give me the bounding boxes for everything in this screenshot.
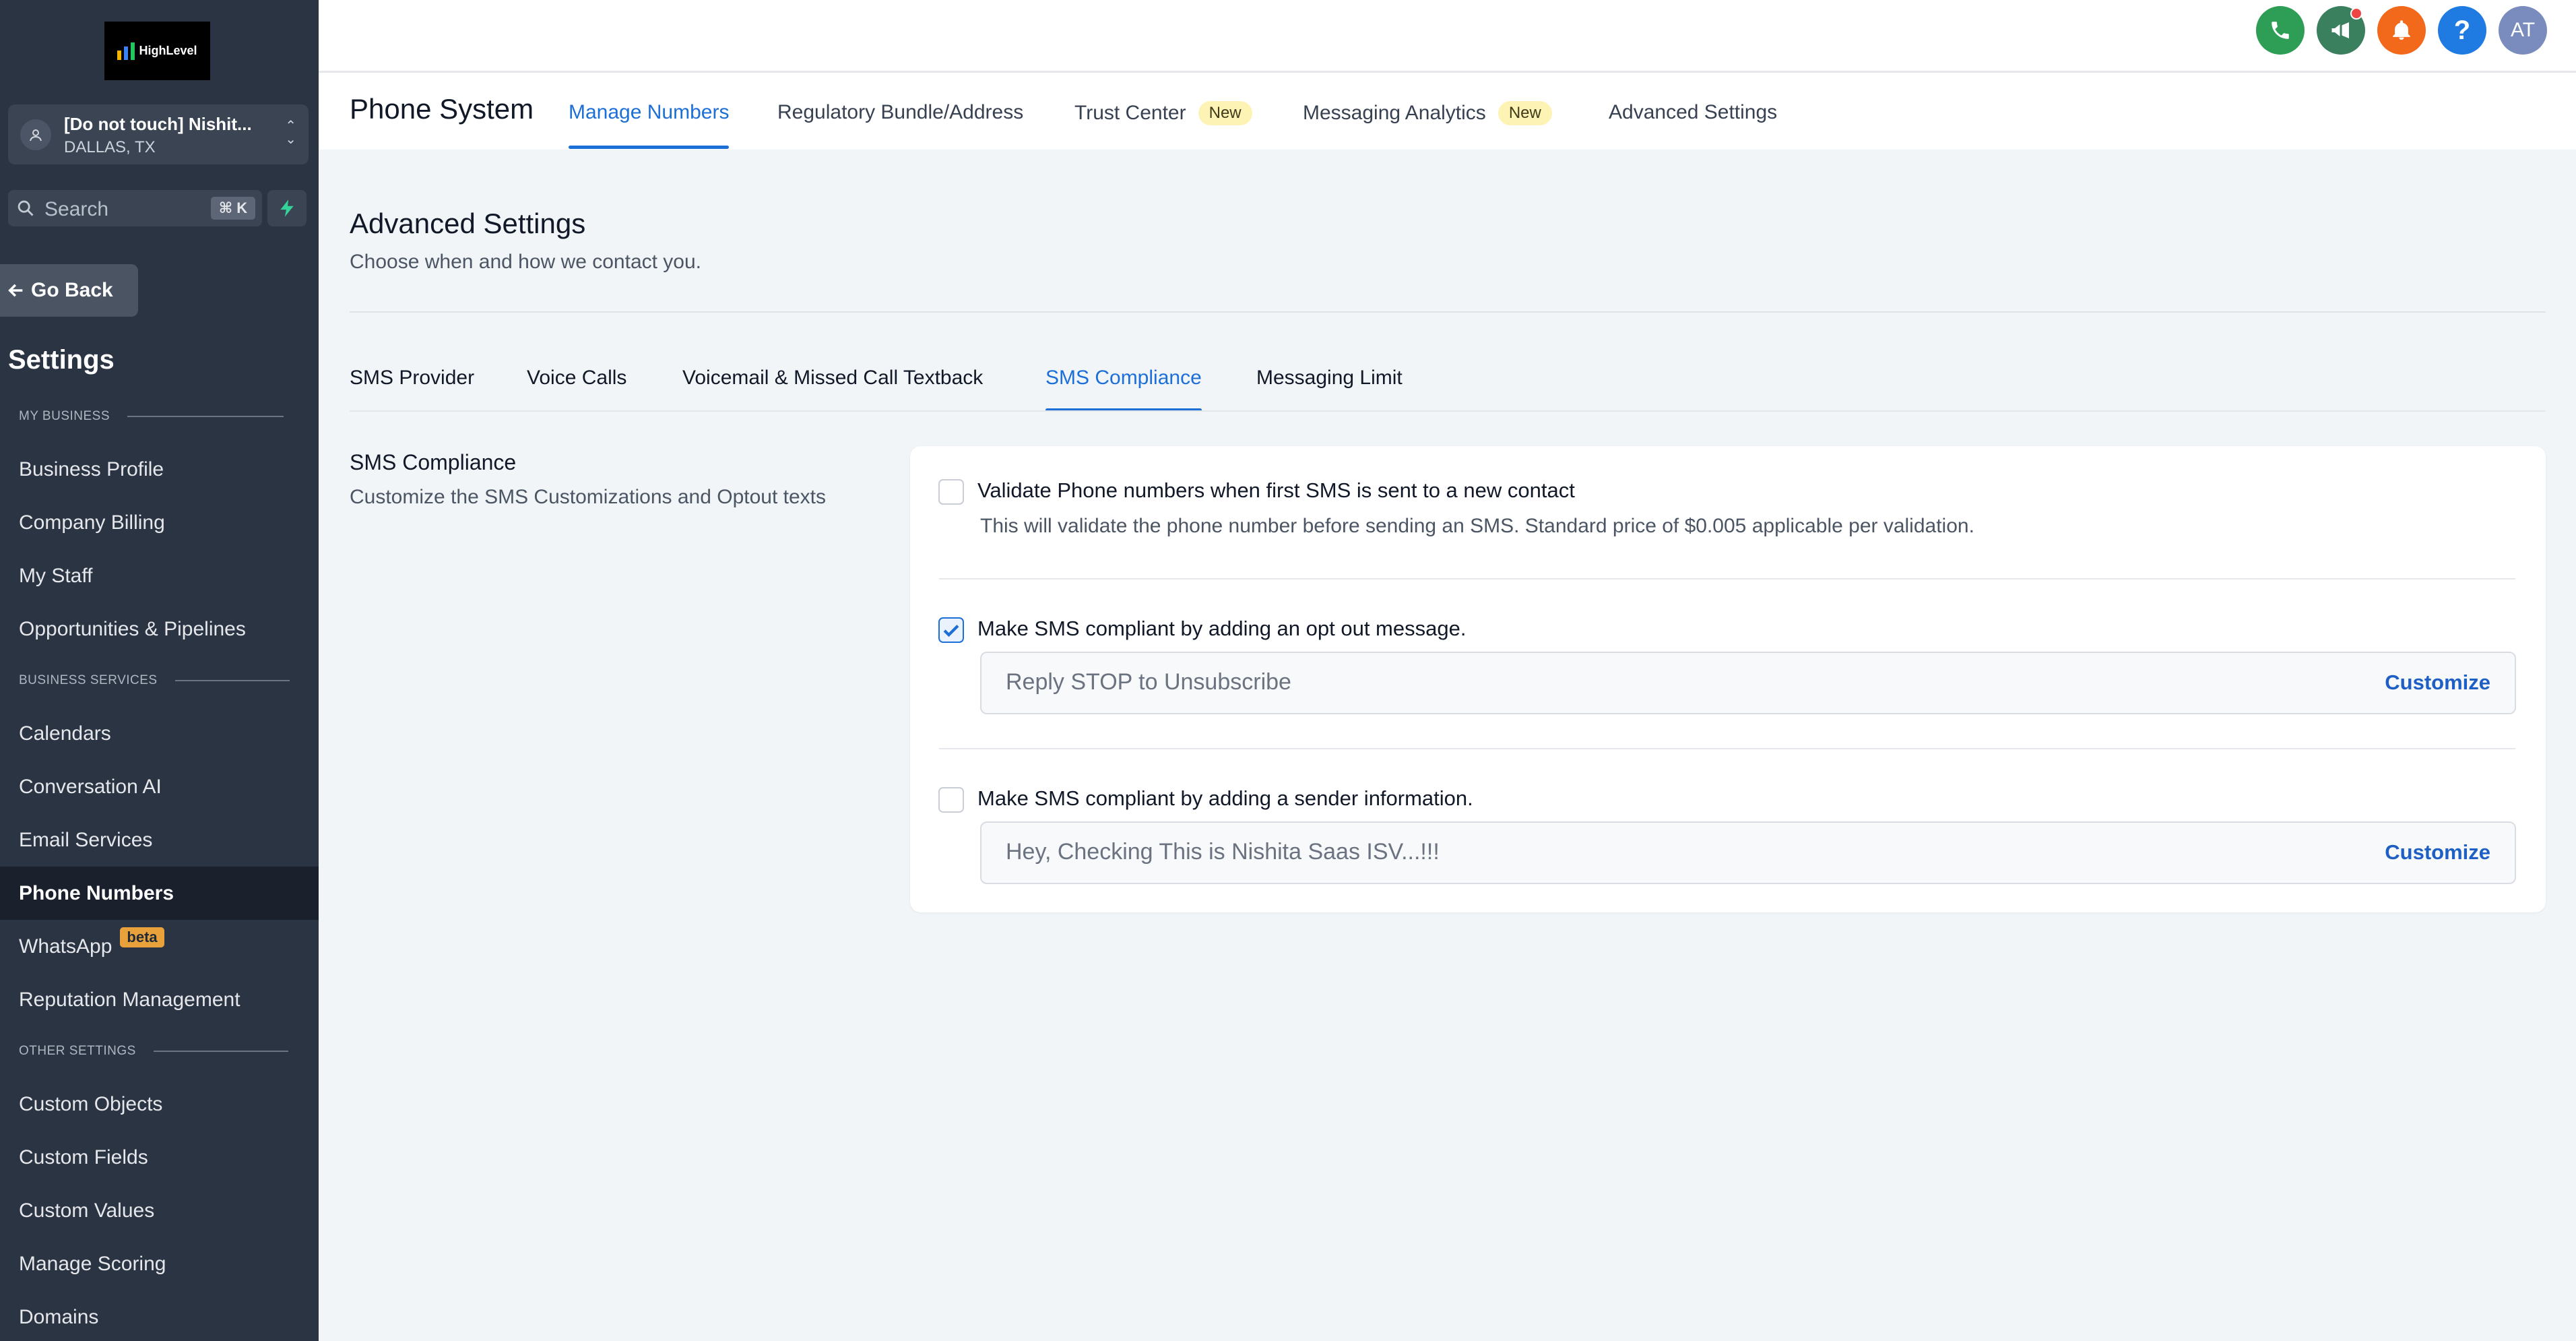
phone-system-header: Phone System Manage Numbers Regulatory B… [319,73,2576,150]
opt-out-label: Make SMS compliant by adding an opt out … [977,617,1467,640]
divider [939,578,2515,580]
logo-text: HighLevel [139,44,197,57]
announcements-button[interactable] [2317,6,2365,55]
search-bar[interactable]: Search ⌘ K [8,190,262,226]
divider [939,748,2515,749]
sms-compliance-card: Validate Phone numbers when first SMS is… [910,446,2546,912]
sidebar-item-my-staff[interactable]: My Staff [0,549,319,602]
new-badge: New [1198,101,1252,125]
customize-sender-info-button[interactable]: Customize [2385,840,2490,865]
help-icon: ? [2453,15,2471,45]
sidebar-item-phone-numbers[interactable]: Phone Numbers [0,867,319,920]
sidebar-item-reputation-management[interactable]: Reputation Management [0,973,319,1026]
sidebar-item-manage-scoring[interactable]: Manage Scoring [0,1237,319,1290]
search-placeholder: Search [44,198,109,220]
tab-voice-calls[interactable]: Voice Calls [527,367,626,389]
bolt-icon [280,199,294,217]
sender-info-label: Make SMS compliant by adding a sender in… [977,786,1473,810]
logo-bars-icon [117,42,135,60]
go-back-label: Go Back [31,279,113,301]
sender-info-field[interactable]: Hey, Checking This is Nishita Saas ISV..… [980,821,2516,884]
sidebar-item-opportunities-pipelines[interactable]: Opportunities & Pipelines [0,602,319,656]
sidebar-item-custom-objects[interactable]: Custom Objects [0,1078,319,1131]
sidebar-item-calendars[interactable]: Calendars [0,707,319,760]
help-button[interactable]: ? [2438,6,2486,55]
tab-trust-center[interactable]: Trust Center New [1074,101,1252,125]
tab-sms-provider[interactable]: SMS Provider [350,367,474,389]
tab-sms-compliance[interactable]: SMS Compliance [1045,367,1202,412]
validate-phone-checkbox[interactable] [938,479,964,505]
tab-manage-numbers[interactable]: Manage Numbers [569,101,730,149]
sidebar-item-custom-fields[interactable]: Custom Fields [0,1131,319,1184]
tab-messaging-analytics[interactable]: Messaging Analytics New [1303,101,1552,125]
sidebar-item-whatsapp[interactable]: WhatsApp beta [0,920,319,973]
location-city: DALLAS, TX [64,138,156,156]
phone-button[interactable] [2256,6,2305,55]
opt-out-message-value: Reply STOP to Unsubscribe [1006,669,1291,695]
location-name: [Do not touch] Nishit... [64,114,252,134]
sidebar-item-custom-values[interactable]: Custom Values [0,1184,319,1237]
validate-phone-label: Validate Phone numbers when first SMS is… [977,478,1575,502]
phone-icon [2272,22,2289,39]
search-shortcut: ⌘ K [211,197,255,220]
sidebar-item-conversation-ai[interactable]: Conversation AI [0,760,319,813]
tab-voicemail-missed-call[interactable]: Voicemail & Missed Call Textback [682,367,983,389]
chevron-up-down-icon: ⌃ ⌄ [285,119,296,147]
section-my-business: MY BUSINESS [19,409,284,424]
sender-info-checkbox[interactable] [938,787,964,813]
beta-badge: beta [120,927,164,947]
opt-out-message-field[interactable]: Reply STOP to Unsubscribe Customize [980,652,2516,714]
sidebar-item-company-billing[interactable]: Company Billing [0,496,319,549]
quick-action-button[interactable] [267,190,307,226]
section-title: SMS Compliance [350,450,517,474]
opt-out-checkbox[interactable] [938,617,964,643]
search-icon [18,200,34,216]
sidebar-item-label: WhatsApp [19,935,112,958]
validate-phone-help: This will validate the phone number befo… [980,515,1974,537]
sender-info-value: Hey, Checking This is Nishita Saas ISV..… [1006,839,1440,865]
sidebar-item-email-services[interactable]: Email Services [0,813,319,867]
advanced-settings-title: Advanced Settings [350,208,586,239]
sidebar-item-business-profile[interactable]: Business Profile [0,443,319,496]
location-icon [20,119,51,150]
section-other-settings: OTHER SETTINGS [19,1044,288,1059]
top-bar: ? AT [319,0,2576,73]
sidebar-item-domains[interactable]: Domains [0,1290,319,1341]
tab-advanced-settings[interactable]: Advanced Settings [1609,101,1777,124]
divider [350,311,2546,313]
checkmark-icon [943,625,959,637]
divider [350,410,2546,412]
section-description: Customize the SMS Customizations and Opt… [350,486,826,508]
page-title: Phone System [350,93,534,125]
notifications-button[interactable] [2377,6,2426,55]
bell-icon [2393,20,2410,40]
megaphone-icon [2331,22,2349,38]
sidebar: HighLevel [Do not touch] Nishit... DALLA… [0,0,319,1341]
advanced-settings-subtitle: Choose when and how we contact you. [350,251,701,273]
highlevel-logo[interactable]: HighLevel [104,22,210,80]
customize-opt-out-button[interactable]: Customize [2385,670,2490,695]
tab-messaging-limit[interactable]: Messaging Limit [1256,367,1403,389]
avatar[interactable]: AT [2499,6,2547,55]
tab-regulatory-bundle[interactable]: Regulatory Bundle/Address [777,101,1023,124]
notification-dot [2350,7,2362,20]
section-business-services: BUSINESS SERVICES [19,673,290,688]
settings-title: Settings [8,345,115,375]
location-switcher[interactable]: [Do not touch] Nishit... DALLAS, TX ⌃ ⌄ [8,104,309,164]
new-badge: New [1498,101,1552,125]
arrow-left-icon [8,284,23,297]
go-back-button[interactable]: Go Back [0,264,138,317]
